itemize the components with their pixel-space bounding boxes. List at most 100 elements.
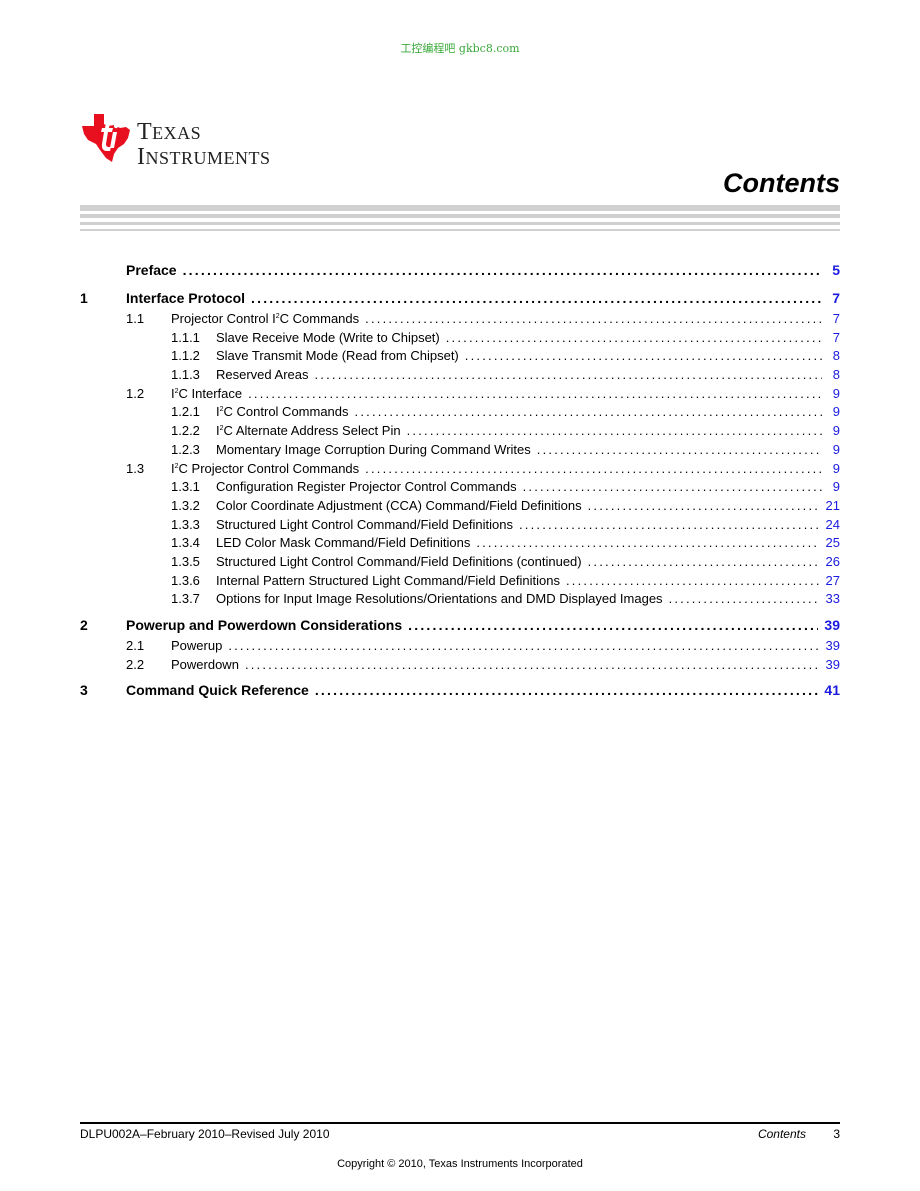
toc-page-link[interactable]: 9 [828, 422, 840, 441]
toc-entry[interactable]: 1.2 I2C Interface 9 [80, 385, 840, 404]
toc-entry[interactable]: 1.1.2 Slave Transmit Mode (Read from Chip… [80, 347, 840, 366]
toc-entry[interactable]: 1.1.1 Slave Receive Mode (Write to Chipse… [80, 329, 840, 348]
toc-entry[interactable]: 1.3.7 Options for Input Image Resolutions… [80, 590, 840, 609]
toc-entry-label[interactable]: I2C Interface [171, 385, 242, 404]
toc-entry-label[interactable]: Momentary Image Corruption During Comman… [216, 441, 531, 460]
toc-leader-dots [355, 403, 822, 422]
toc-entry-number: 2.1 [126, 638, 145, 653]
toc-entry[interactable]: 1.3.6 Internal Pattern Structured Light C… [80, 572, 840, 591]
logo-text-nstruments: NSTRUMENTS [145, 148, 271, 168]
toc-entry-number: 2.2 [126, 656, 145, 672]
toc-entry-label[interactable]: Preface [126, 258, 177, 282]
toc-page-link[interactable]: 9 [828, 385, 840, 404]
toc-entry-number: 1.3.1 [171, 479, 200, 495]
toc-entry-number: 3 [80, 682, 88, 699]
toc-page-link[interactable]: 9 [828, 460, 840, 479]
toc-entry[interactable]: 1.1.3 Reserved Areas 8 [80, 366, 840, 385]
toc-label-suffix: C Commands [279, 311, 360, 326]
title-rule-1 [80, 205, 840, 211]
toc-entry[interactable]: 1.2.2 I2C Alternate Address Select Pin 9 [80, 422, 840, 441]
toc-page-link[interactable]: 41 [824, 678, 840, 702]
toc-entry-label[interactable]: Slave Receive Mode (Write to Chipset) [216, 329, 440, 348]
toc-entry[interactable]: 1.3.2 Color Coordinate Adjustment (CCA) C… [80, 497, 840, 516]
toc-entry-label[interactable]: Powerdown [171, 656, 239, 675]
logo-wordmark: TEXAS INSTRUMENTS [137, 120, 271, 170]
toc-label-suffix: C Control Commands [223, 404, 349, 420]
footer-page-number: 3 [833, 1127, 840, 1141]
toc-entry-number: 1.1.1 [171, 329, 200, 345]
toc-entry-label[interactable]: Internal Pattern Structured Light Comman… [216, 572, 560, 591]
toc-entry[interactable]: 2.2 Powerdown 39 [80, 656, 840, 675]
toc-entry[interactable]: 1.1 Projector Control I2C Commands 7 [80, 310, 840, 329]
toc-leader-dots [446, 329, 822, 348]
toc-entry[interactable]: 1.3 I2C Projector Control Commands 9 [80, 460, 840, 479]
toc-page-link[interactable]: 27 [826, 572, 840, 591]
watermark-text: 工控编程吧 gkbc8.com [400, 42, 520, 55]
toc-page-link[interactable]: 9 [828, 478, 840, 497]
toc-entry-label[interactable]: Slave Transmit Mode (Read from Chipset) [216, 347, 459, 366]
toc-page-link[interactable]: 26 [826, 553, 840, 572]
toc-entry-number: 1.2.1 [171, 404, 200, 420]
toc-entry[interactable]: 1.3.1 Configuration Register Projector Co… [80, 478, 840, 497]
toc-page-link[interactable]: 39 [826, 656, 840, 675]
toc-leader-dots [588, 553, 820, 572]
toc-entry-label[interactable]: Options for Input Image Resolutions/Orie… [216, 590, 663, 609]
copyright-text: Copyright © 2010, Texas Instruments Inco… [337, 1158, 583, 1170]
toc-page-link[interactable]: 8 [828, 366, 840, 385]
toc-entry[interactable]: 1 Interface Protocol 7 [80, 286, 840, 310]
toc-entry-number: 1.2.3 [171, 441, 200, 457]
toc-entry[interactable]: 1.3.5 Structured Light Control Command/Fi… [80, 553, 840, 572]
table-of-contents: Preface 5 1 Interface Protocol 7 1.1 Projector… [80, 258, 840, 702]
toc-entry-label[interactable]: Powerup and Powerdown Considerations [126, 613, 402, 637]
toc-entry-label[interactable]: Configuration Register Projector Control… [216, 478, 517, 497]
toc-entry[interactable]: 3 Command Quick Reference 41 [80, 678, 840, 702]
toc-leader-dots [248, 385, 822, 404]
toc-page-link[interactable]: 24 [826, 516, 840, 535]
toc-leader-dots [365, 310, 822, 329]
toc-entry[interactable]: 1.3.4 LED Color Mask Command/Field Defini… [80, 534, 840, 553]
toc-entry-label[interactable]: Powerup [171, 637, 222, 656]
toc-page-link[interactable]: 7 [828, 329, 840, 348]
toc-entry-label[interactable]: I2C Control Commands [216, 403, 349, 422]
texas-instruments-logo: TEXAS INSTRUMENTS [80, 112, 320, 172]
toc-page-link[interactable]: 39 [824, 613, 840, 637]
toc-entry-label[interactable]: I2C Projector Control Commands [171, 460, 359, 479]
toc-entry-label[interactable]: I2C Alternate Address Select Pin [216, 422, 401, 441]
toc-page-link[interactable]: 33 [826, 590, 840, 609]
toc-leader-dots [669, 590, 820, 609]
toc-page-link[interactable]: 9 [828, 403, 840, 422]
toc-page-link[interactable]: 7 [828, 310, 840, 329]
toc-entry[interactable]: 1.3.3 Structured Light Control Command/Fi… [80, 516, 840, 535]
toc-leader-dots [183, 258, 822, 282]
toc-page-link[interactable]: 5 [828, 258, 840, 282]
toc-page-link[interactable]: 21 [826, 497, 840, 516]
toc-entry-label[interactable]: Interface Protocol [126, 286, 245, 310]
toc-entry[interactable]: 1.2.1 I2C Control Commands 9 [80, 403, 840, 422]
toc-entry-label[interactable]: Color Coordinate Adjustment (CCA) Comman… [216, 497, 582, 516]
toc-entry[interactable]: 1.2.3 Momentary Image Corruption During C… [80, 441, 840, 460]
toc-entry[interactable]: Preface 5 [80, 258, 840, 282]
footer-section: Contents [757, 1127, 806, 1141]
toc-page-link[interactable]: 7 [828, 286, 840, 310]
toc-entry-label[interactable]: Structured Light Control Command/Field D… [216, 516, 513, 535]
toc-entry[interactable]: 2 Powerup and Powerdown Considerations 39 [80, 613, 840, 637]
toc-entry-number: 2 [80, 617, 88, 633]
toc-entry-number: 1.3.4 [171, 535, 200, 551]
toc-entry[interactable]: 2.1 Powerup 39 [80, 637, 840, 656]
toc-leader-dots [407, 422, 822, 441]
toc-leader-dots [365, 460, 822, 479]
toc-page-link[interactable]: 25 [826, 534, 840, 553]
toc-label-suffix: C Alternate Address Select Pin [223, 423, 401, 439]
toc-entry-label[interactable]: Reserved Areas [216, 366, 309, 385]
footer-doc-id: DLPU002A–February 2010–Revised July 2010 [80, 1127, 330, 1141]
toc-entry-label[interactable]: LED Color Mask Command/Field Definitions [216, 534, 470, 553]
toc-entry-label[interactable]: Projector Control I2C Commands [171, 310, 359, 329]
ti-texas-state-icon [82, 114, 130, 162]
toc-page-link[interactable]: 8 [828, 347, 840, 366]
toc-entry-number: 1.3.7 [171, 591, 200, 607]
toc-page-link[interactable]: 9 [828, 441, 840, 460]
toc-entry-label[interactable]: Structured Light Control Command/Field D… [216, 553, 582, 572]
toc-page-link[interactable]: 39 [826, 637, 840, 656]
toc-entry-label[interactable]: Command Quick Reference [126, 678, 309, 702]
page-title: Contents [723, 168, 840, 198]
